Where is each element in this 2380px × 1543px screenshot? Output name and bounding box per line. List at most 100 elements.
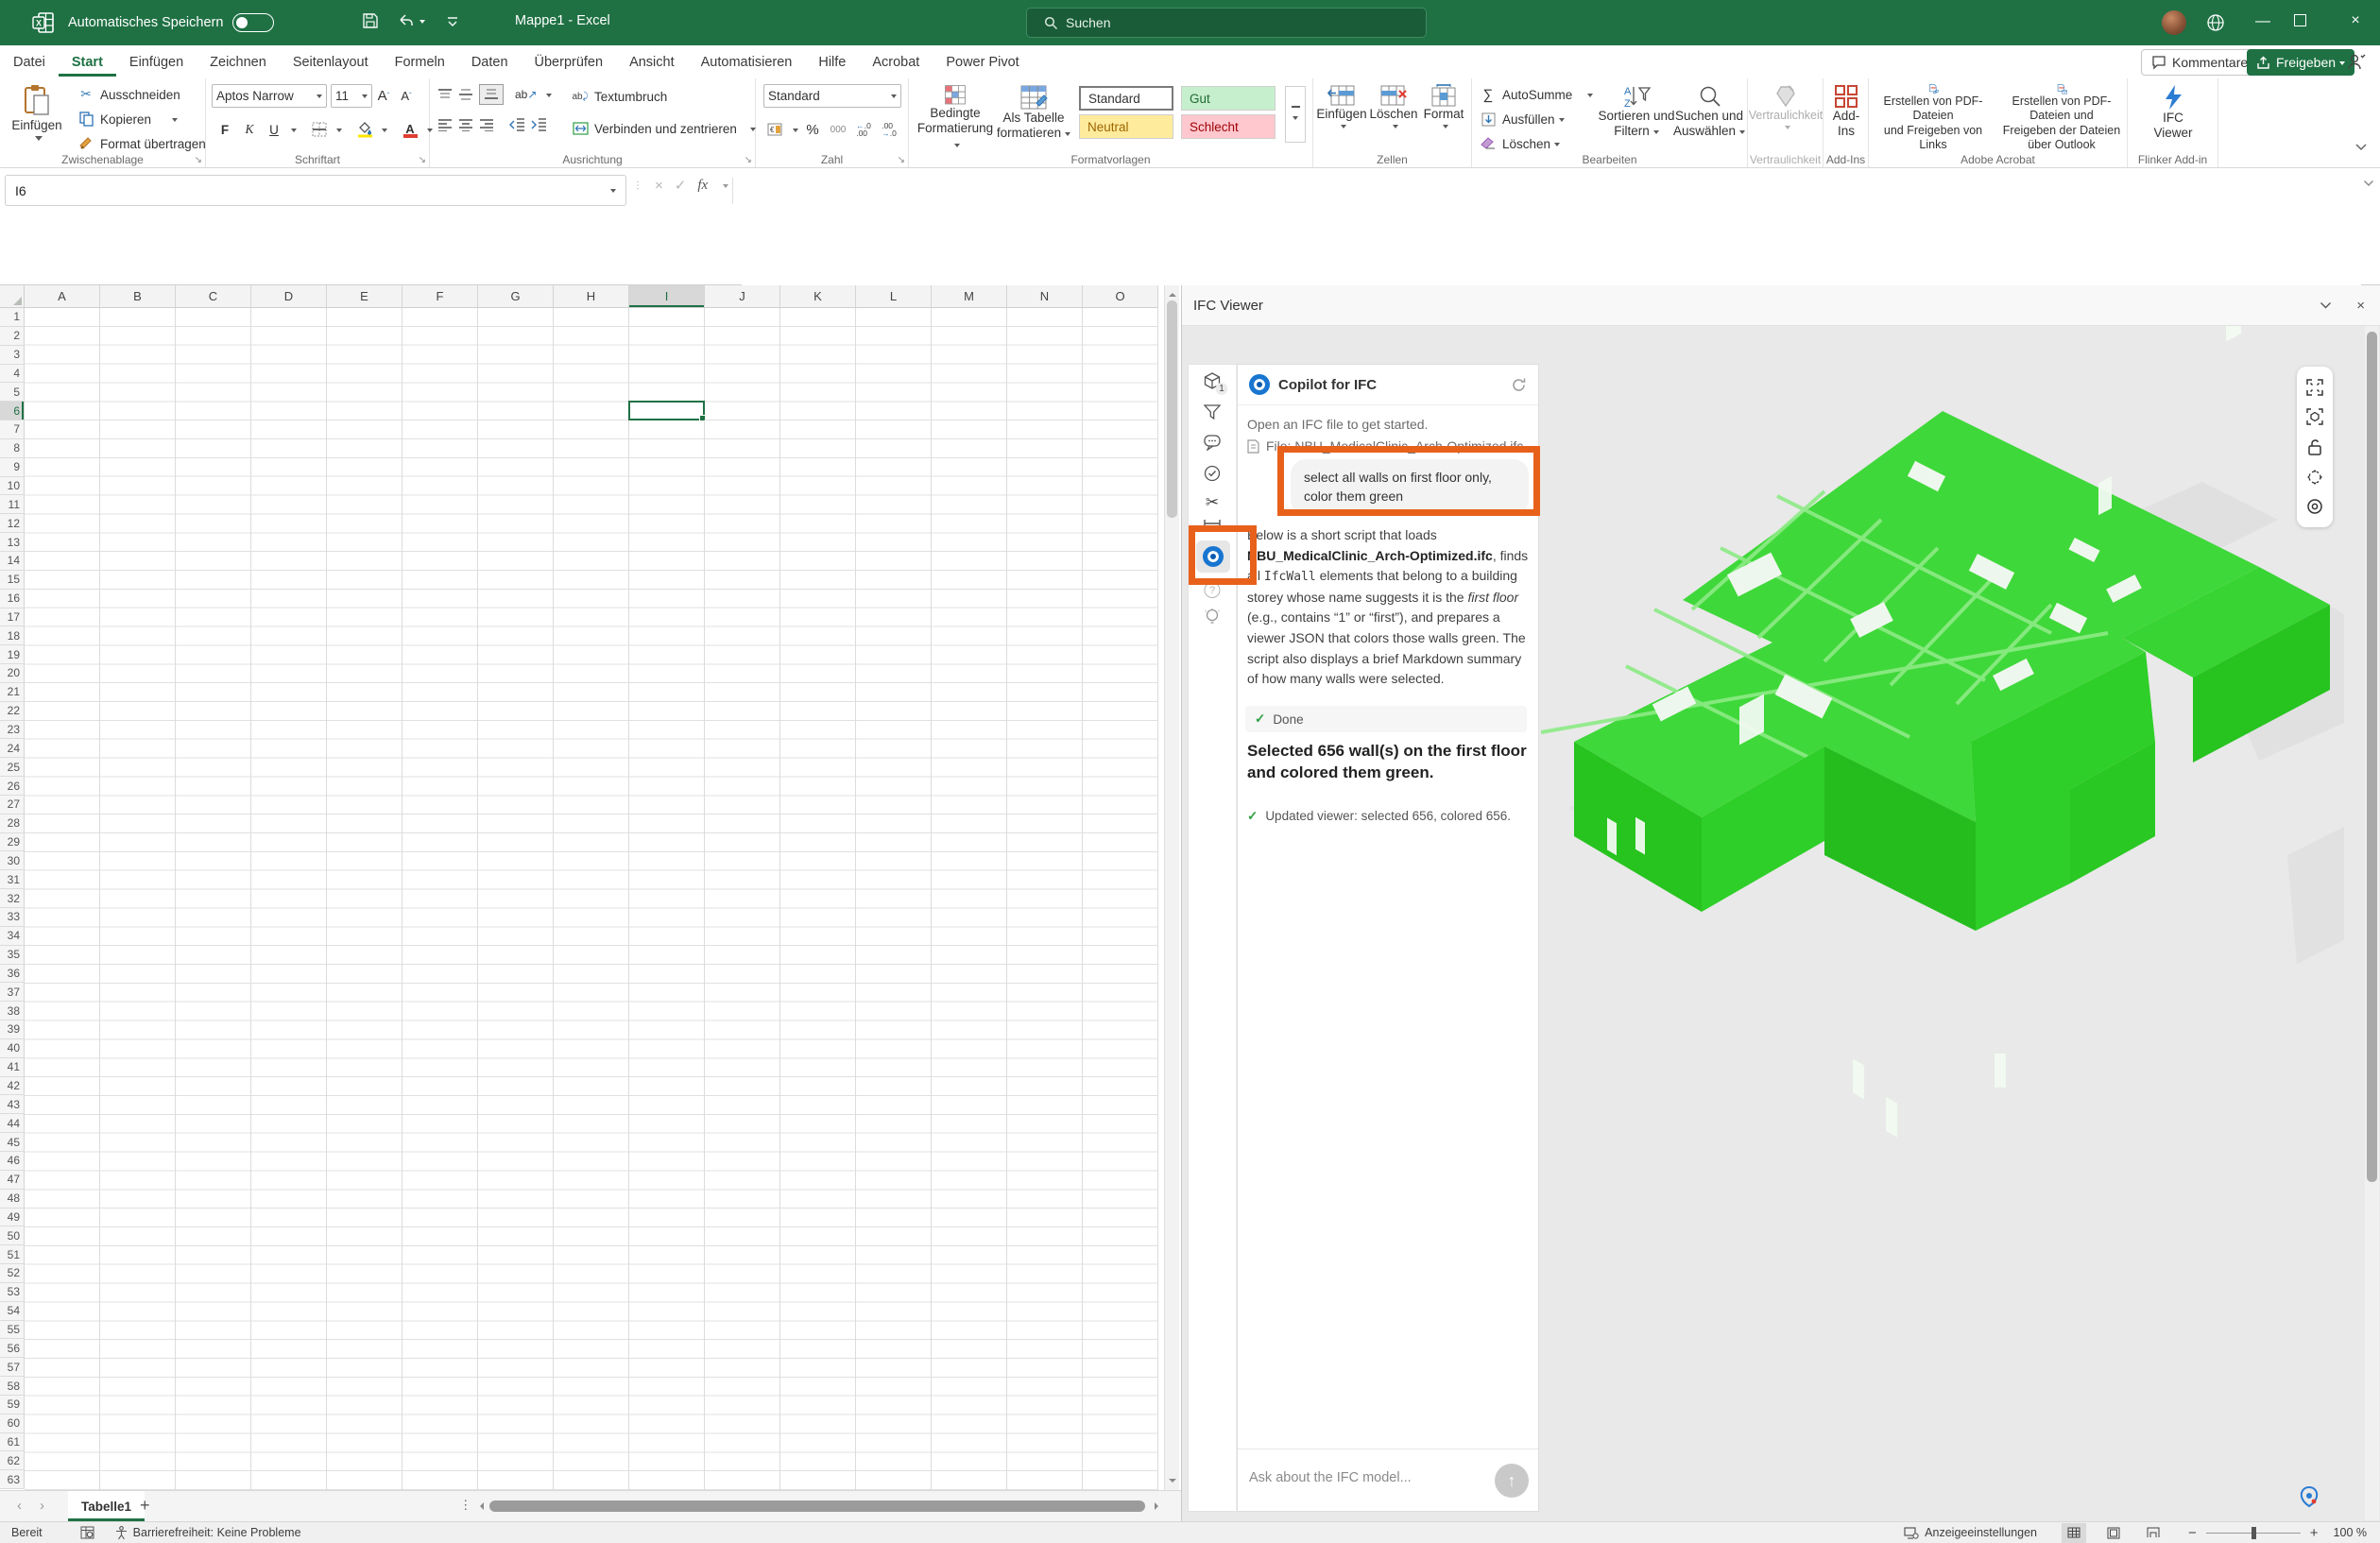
orientation-button[interactable]: ab↗ [515, 88, 537, 101]
pane-scrollbar[interactable] [2365, 326, 2379, 1520]
row-header-21[interactable]: 21 [0, 682, 25, 702]
align-right-icon[interactable] [479, 118, 494, 131]
column-header-O[interactable]: O [1083, 285, 1158, 308]
align-bottom-button[interactable] [479, 84, 504, 105]
row-header-16[interactable]: 16 [0, 589, 25, 609]
sensitivity-button[interactable]: Vertraulichkeit [1749, 78, 1823, 152]
ribbon-tab-zeichnen[interactable]: Zeichnen [197, 48, 280, 77]
cell-style-neutral[interactable]: Neutral [1079, 114, 1173, 139]
row-header-36[interactable]: 36 [0, 964, 25, 984]
undo-button[interactable] [397, 11, 425, 30]
page-break-view-button[interactable] [2141, 1523, 2166, 1543]
row-header-31[interactable]: 31 [0, 870, 25, 890]
italic-button[interactable]: K [238, 118, 261, 141]
select-all-corner[interactable] [0, 285, 25, 308]
chat-input-area[interactable]: Ask about the IFC model... ↑ [1238, 1449, 1538, 1511]
number-format-select[interactable]: Standard [763, 84, 901, 108]
align-left-icon[interactable] [437, 118, 453, 131]
comments-icon[interactable] [1204, 435, 1221, 451]
row-header-13[interactable]: 13 [0, 533, 25, 552]
fill-button[interactable]: Ausfüllen [1478, 107, 1593, 131]
display-settings-button[interactable]: Anzeigeeinstellungen [1904, 1526, 2037, 1539]
row-header-46[interactable]: 46 [0, 1151, 25, 1171]
row-header-49[interactable]: 49 [0, 1208, 25, 1227]
next-sheet-icon[interactable]: › [40, 1498, 44, 1514]
user-avatar[interactable] [2162, 10, 2186, 35]
sheet-options-icon[interactable]: ⋮ [459, 1498, 472, 1513]
font-color-button[interactable]: A [399, 118, 421, 141]
row-header-60[interactable]: 60 [0, 1414, 25, 1433]
row-header-40[interactable]: 40 [0, 1038, 25, 1058]
wrap-text-button[interactable]: ab ⤸ Textumbruch [570, 84, 667, 109]
ribbon-tab-datei[interactable]: Datei [0, 48, 59, 77]
row-header-37[interactable]: 37 [0, 983, 25, 1003]
row-header-51[interactable]: 51 [0, 1245, 25, 1265]
ifc-viewer-button[interactable]: IFC Viewer [2135, 78, 2211, 152]
macro-record-icon[interactable] [80, 1526, 94, 1539]
row-header-5[interactable]: 5 [0, 383, 25, 403]
font-name-select[interactable]: Aptos Narrow [212, 84, 327, 108]
comments-button[interactable]: Kommentare [2141, 49, 2259, 76]
row-header-55[interactable]: 55 [0, 1320, 25, 1340]
maximize-button[interactable] [2294, 14, 2306, 26]
row-header-47[interactable]: 47 [0, 1170, 25, 1190]
row-header-17[interactable]: 17 [0, 608, 25, 627]
decrease-indent-icon[interactable] [509, 118, 525, 131]
section-cut-icon[interactable]: ✂ [1206, 493, 1219, 512]
format-cells-button[interactable]: Format [1419, 78, 1468, 152]
fullscreen-icon[interactable] [2306, 379, 2323, 396]
pane-dropdown-icon[interactable] [2320, 301, 2332, 310]
row-header-54[interactable]: 54 [0, 1301, 25, 1321]
row-header-22[interactable]: 22 [0, 701, 25, 721]
formula-input[interactable] [742, 168, 2361, 285]
vertical-scrollbar-thumb[interactable] [1167, 300, 1177, 518]
column-header-C[interactable]: C [176, 285, 251, 308]
copy-button[interactable]: Kopieren [76, 107, 206, 131]
customize-qat-button[interactable] [444, 12, 461, 29]
autosum-button[interactable]: ∑ AutoSumme [1478, 82, 1594, 107]
column-header-I[interactable]: I [629, 285, 705, 308]
row-header-11[interactable]: 11 [0, 495, 25, 515]
zoom-in-button[interactable]: + [2310, 1525, 2319, 1541]
row-header-14[interactable]: 14 [0, 551, 25, 571]
row-header-2[interactable]: 2 [0, 326, 25, 346]
decrease-font-icon[interactable]: Aˇ [395, 85, 418, 108]
ribbon-tab-überprüfen[interactable]: Überprüfen [522, 48, 617, 77]
row-header-28[interactable]: 28 [0, 814, 25, 833]
row-header-45[interactable]: 45 [0, 1133, 25, 1152]
row-header-43[interactable]: 43 [0, 1095, 25, 1115]
ribbon-tab-daten[interactable]: Daten [458, 48, 522, 77]
row-header-32[interactable]: 32 [0, 889, 25, 908]
cut-button[interactable]: ✂ Ausschneiden [76, 82, 206, 107]
column-header-H[interactable]: H [554, 285, 629, 308]
column-header-K[interactable]: K [780, 285, 856, 308]
tips-icon[interactable] [1205, 609, 1220, 626]
filter-icon[interactable] [1204, 404, 1221, 420]
format-as-table-button[interactable]: Als Tabelle formatieren [996, 78, 1071, 152]
row-header-44[interactable]: 44 [0, 1114, 25, 1134]
pane-close-icon[interactable]: × [2356, 298, 2365, 314]
collapse-ribbon-icon[interactable] [2354, 143, 2368, 152]
column-header-J[interactable]: J [705, 285, 780, 308]
clipboard-dialog-launcher[interactable]: ↘ [195, 155, 202, 165]
font-size-select[interactable]: 11 [331, 84, 372, 108]
row-header-63[interactable]: 63 [0, 1470, 25, 1490]
horizontal-scrollbar-thumb[interactable] [489, 1500, 1145, 1512]
column-header-N[interactable]: N [1007, 285, 1083, 308]
bold-button[interactable]: F [214, 118, 236, 141]
zoom-level[interactable]: 100 % [2334, 1526, 2367, 1539]
row-header-3[interactable]: 3 [0, 345, 25, 365]
name-box[interactable]: I6 [5, 175, 626, 206]
people-icon[interactable] [2345, 51, 2368, 74]
cell-style-gut[interactable]: Gut [1181, 86, 1276, 111]
prev-sheet-icon[interactable]: ‹ [17, 1498, 22, 1514]
zoom-slider[interactable] [2205, 1526, 2301, 1539]
confirm-entry-icon[interactable]: ✓ [675, 177, 687, 194]
row-header-62[interactable]: 62 [0, 1451, 25, 1471]
send-button[interactable]: ↑ [1495, 1464, 1529, 1498]
column-header-E[interactable]: E [327, 285, 402, 308]
model-cube-icon[interactable]: 1 [1204, 372, 1228, 395]
row-header-38[interactable]: 38 [0, 1002, 25, 1021]
search-input[interactable]: Suchen [1026, 8, 1427, 38]
ribbon-tab-power-pivot[interactable]: Power Pivot [933, 48, 1032, 77]
